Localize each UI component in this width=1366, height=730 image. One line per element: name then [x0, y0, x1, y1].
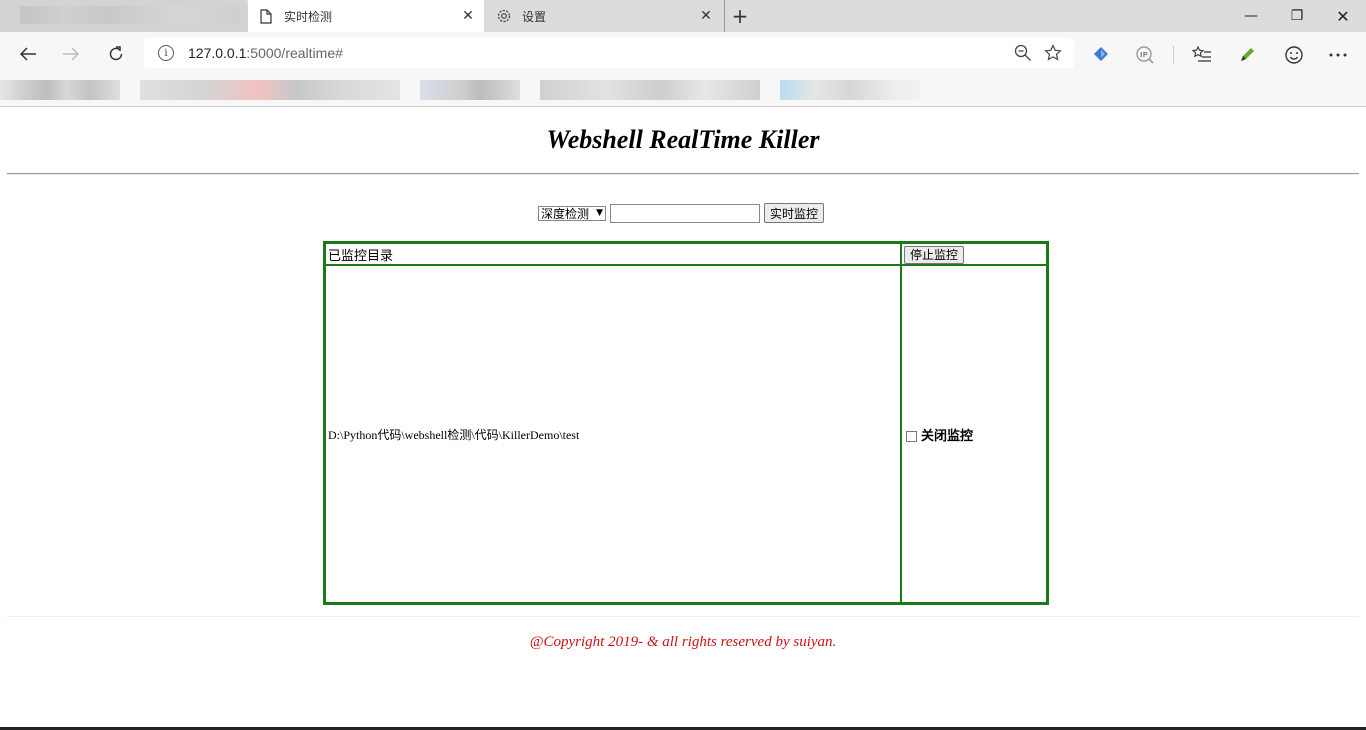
- refresh-icon: [109, 46, 123, 61]
- url-text[interactable]: 127.0.0.1:5000/realtime#: [188, 45, 1008, 61]
- select-value: 深度检测: [541, 206, 590, 221]
- table-header-row: 已监控目录 停止监控: [325, 243, 1047, 265]
- blurred-bookmark[interactable]: [420, 80, 520, 100]
- gear-icon: [496, 8, 512, 24]
- close-monitor-checkbox[interactable]: [906, 430, 917, 442]
- bookmarks-bar: [0, 76, 1366, 107]
- tab-label: 实时检测: [284, 9, 333, 24]
- stop-monitor-button[interactable]: 停止监控: [904, 245, 965, 264]
- favorites-list-icon[interactable]: [1191, 44, 1213, 66]
- address-bar[interactable]: i 127.0.0.1:5000/realtime#: [144, 38, 1074, 68]
- page-content: Webshell RealTime Killer 深度检测 ▼ 实时监控 已监控…: [0, 107, 1366, 727]
- blurred-tab[interactable]: [0, 0, 248, 32]
- directory-path-input[interactable]: [610, 203, 760, 223]
- zoom-out-icon[interactable]: [1008, 44, 1038, 62]
- forward-button[interactable]: [55, 38, 87, 70]
- url-host: 127.0.0.1: [188, 45, 247, 61]
- favorite-star-icon[interactable]: [1038, 44, 1068, 62]
- close-monitor-label[interactable]: 关闭监控: [921, 429, 973, 444]
- blurred-bookmark[interactable]: [540, 80, 760, 100]
- footer-divider: [7, 616, 1359, 617]
- ip-extension-icon[interactable]: IP: [1134, 44, 1156, 66]
- pen-extension-icon[interactable]: [1236, 44, 1258, 66]
- restore-button[interactable]: ❐: [1274, 0, 1320, 32]
- tab-label: 设置: [522, 9, 547, 24]
- monitored-directories-table: 已监控目录 停止监控 D:\Python代码\webshell检测\代码\Kil…: [323, 241, 1049, 605]
- tab-settings[interactable]: 设置 ✕: [486, 0, 722, 32]
- blurred-bookmark[interactable]: [0, 80, 120, 100]
- close-icon[interactable]: ✕: [698, 8, 714, 24]
- page-icon: [258, 8, 274, 24]
- title-divider: [7, 173, 1359, 175]
- forward-arrow-icon: [63, 47, 80, 61]
- tab-realtime[interactable]: 实时检测 ✕: [248, 0, 484, 32]
- tab-strip: 实时检测 ✕ 设置 ✕ + — ❐ ✕: [0, 0, 1366, 32]
- minimize-button[interactable]: —: [1228, 0, 1274, 32]
- stop-button-cell: 停止监控: [901, 243, 1047, 265]
- blurred-bookmark[interactable]: [780, 80, 920, 100]
- blurred-bookmark[interactable]: [140, 80, 400, 100]
- blurred-tab-content: [20, 6, 240, 24]
- feedback-smiley-icon[interactable]: [1283, 44, 1305, 66]
- back-button[interactable]: [12, 38, 44, 70]
- table-row: D:\Python代码\webshell检测\代码\KillerDemo\tes…: [325, 265, 1047, 603]
- dropdown-arrow-icon: ▼: [596, 208, 603, 218]
- close-monitor-cell: 关闭监控: [901, 265, 1047, 603]
- detection-mode-select[interactable]: 深度检测 ▼: [538, 205, 606, 221]
- navigation-bar: i 127.0.0.1:5000/realtime# IP: [0, 32, 1366, 76]
- copyright-footer: @Copyright 2019- & all rights reserved b…: [529, 634, 837, 650]
- monitor-form: 深度检测 ▼ 实时监控: [538, 203, 825, 223]
- new-tab-button[interactable]: +: [724, 0, 755, 32]
- page-title: Webshell RealTime Killer: [546, 125, 820, 154]
- back-arrow-icon: [19, 47, 36, 61]
- monitored-directories-header: 已监控目录: [325, 243, 901, 265]
- url-path: :5000/realtime#: [246, 45, 343, 61]
- monitored-path: D:\Python代码\webshell检测\代码\KillerDemo\tes…: [325, 265, 901, 603]
- site-info-icon[interactable]: i: [158, 45, 174, 61]
- close-icon[interactable]: ✕: [460, 8, 476, 24]
- window-close-button[interactable]: ✕: [1320, 0, 1366, 32]
- svg-text:IP: IP: [1140, 51, 1148, 59]
- more-options-icon[interactable]: [1327, 44, 1349, 66]
- start-monitor-button[interactable]: 实时监控: [764, 203, 825, 223]
- extension-blue-icon[interactable]: [1090, 44, 1112, 66]
- toolbar-separator: [1173, 46, 1174, 64]
- refresh-button[interactable]: [100, 38, 132, 70]
